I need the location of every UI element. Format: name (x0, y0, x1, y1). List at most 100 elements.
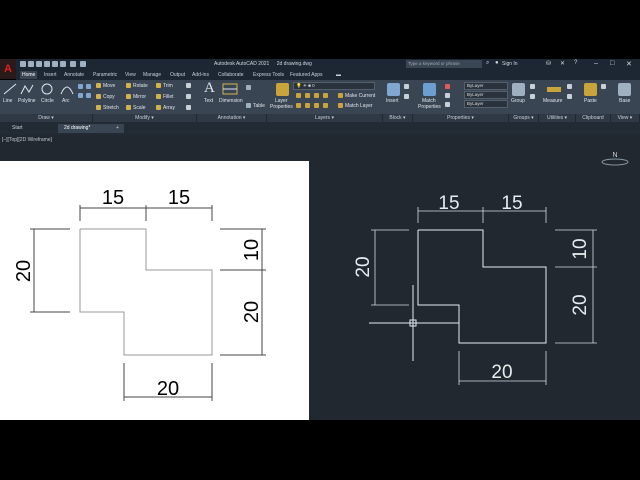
sign-in-button[interactable]: Sign In (502, 61, 518, 67)
layer-thaw-icon[interactable] (314, 103, 319, 108)
group-button[interactable]: Group (511, 98, 525, 104)
insert-block-icon[interactable] (387, 83, 400, 96)
stretch-button[interactable]: Stretch (103, 105, 119, 111)
layer-properties-button[interactable]: Properties (270, 104, 293, 110)
modify-panel-footer[interactable]: Modify ▾ (93, 114, 197, 122)
tab-view[interactable]: View (123, 71, 138, 79)
arc-button[interactable]: Arc (62, 98, 70, 104)
undo-icon[interactable] (70, 61, 76, 67)
measure-icon[interactable] (546, 83, 562, 95)
hatch-icon[interactable] (86, 84, 91, 89)
calculator-icon[interactable] (567, 94, 572, 99)
leader-icon[interactable] (246, 85, 251, 90)
rotate-button[interactable]: Rotate (133, 83, 148, 89)
cart-icon[interactable]: ⛁ (546, 60, 551, 67)
layer-unlock-icon[interactable] (323, 103, 328, 108)
make-current-button[interactable]: Make Current (345, 93, 375, 99)
trim-button[interactable]: Trim (163, 83, 173, 89)
copy-button[interactable]: Copy (103, 94, 115, 100)
quick-select-icon[interactable] (567, 84, 572, 89)
create-block-icon[interactable] (404, 84, 409, 89)
explode-icon[interactable] (186, 94, 191, 99)
insert-button[interactable]: Insert (386, 98, 399, 104)
line-button[interactable]: Line (3, 98, 12, 104)
polyline-button[interactable]: Polyline (18, 98, 36, 104)
tab-add-ins[interactable]: Add-ins (190, 71, 211, 79)
tab-express-tools[interactable]: Express Tools (251, 71, 286, 79)
base-view-icon[interactable] (618, 83, 631, 96)
base-button[interactable]: Base (619, 98, 630, 104)
block-panel-footer[interactable]: Block ▾ (383, 114, 413, 122)
close-icon[interactable]: ✕ (626, 60, 632, 68)
cad-drawing[interactable]: 15 15 20 10 20 20 (309, 161, 640, 420)
offset-icon[interactable] (186, 105, 191, 110)
annotation-panel-footer[interactable]: Annotation ▾ (197, 114, 267, 122)
group-icon[interactable] (512, 83, 525, 96)
start-tab[interactable]: Start (6, 124, 29, 133)
arc-icon[interactable] (60, 83, 74, 95)
save-as-icon[interactable] (44, 61, 50, 67)
fillet-button[interactable]: Fillet (163, 94, 174, 100)
scale-button[interactable]: Scale (133, 105, 146, 111)
minimize-icon[interactable]: – (594, 60, 598, 67)
open-icon[interactable] (28, 61, 34, 67)
help-icon[interactable]: ? (574, 60, 577, 66)
tab-output[interactable]: Output (168, 71, 187, 79)
view-panel-footer[interactable]: View ▾ (611, 114, 640, 122)
rectangle-icon[interactable] (78, 84, 83, 89)
layer-unisolate-icon[interactable] (305, 103, 310, 108)
groups-panel-footer[interactable]: Groups ▾ (509, 114, 539, 122)
draw-panel-footer[interactable]: Draw ▾ (0, 114, 93, 122)
save-icon[interactable] (36, 61, 42, 67)
layer-properties-icon[interactable] (276, 83, 289, 96)
utilities-panel-footer[interactable]: Utilities ▾ (539, 114, 576, 122)
match-properties-icon[interactable] (423, 83, 436, 96)
application-menu-button[interactable]: A (0, 59, 16, 79)
web-mobile-icon[interactable] (52, 61, 58, 67)
viewport-controls[interactable]: [–][Top][2D Wireframe] (2, 137, 52, 143)
match-properties-button[interactable]: Properties (418, 104, 441, 110)
layer-off-icon[interactable] (296, 93, 301, 98)
tab-parametric[interactable]: Parametric (91, 71, 119, 79)
erase-icon[interactable] (186, 83, 191, 88)
plot-icon[interactable] (60, 61, 66, 67)
linetype-dropdown[interactable]: ByLayer (464, 100, 508, 108)
layer-lock-icon[interactable] (323, 93, 328, 98)
new-icon[interactable] (20, 61, 26, 67)
measure-button[interactable]: Measure (543, 98, 562, 104)
tab-featured-apps[interactable]: Featured Apps (288, 71, 325, 79)
text-button[interactable]: Text (204, 98, 213, 104)
redo-icon[interactable] (80, 61, 86, 67)
maximize-icon[interactable]: □ (610, 60, 614, 67)
new-tab-button[interactable]: + (112, 124, 123, 133)
dimension-icon[interactable] (222, 83, 238, 95)
spline-icon[interactable] (86, 93, 91, 98)
ungroup-icon[interactable] (530, 84, 535, 89)
table-button[interactable]: Table (253, 103, 265, 109)
ribbon-toggle-icon[interactable]: ▬ (334, 71, 343, 79)
properties-panel-footer[interactable]: Properties ▾ (413, 114, 509, 122)
move-button[interactable]: Move (103, 83, 115, 89)
color-dropdown[interactable]: ByLayer (464, 82, 508, 90)
circle-button[interactable]: Circle (41, 98, 54, 104)
search-input[interactable]: Type a keyword or phrase (406, 60, 482, 68)
line-icon[interactable] (3, 83, 17, 95)
text-icon[interactable]: A (204, 80, 215, 97)
ellipse-icon[interactable] (78, 93, 83, 98)
circle-icon[interactable] (41, 83, 53, 95)
polyline-icon[interactable] (20, 83, 34, 95)
copy-clip-icon[interactable] (601, 84, 606, 89)
tab-home[interactable]: Home (20, 71, 38, 79)
clipboard-panel-footer[interactable]: Clipboard (576, 114, 611, 122)
search-icon[interactable]: ⌕ (486, 60, 489, 67)
exchange-icon[interactable]: ✕ (560, 60, 565, 67)
paste-icon[interactable] (584, 83, 597, 96)
paste-button[interactable]: Paste (584, 98, 597, 104)
tab-insert[interactable]: Insert (42, 71, 59, 79)
tab-annotate[interactable]: Annotate (62, 71, 86, 79)
lineweight-dropdown[interactable]: ByLayer (464, 91, 508, 99)
array-button[interactable]: Array (163, 105, 175, 111)
mirror-button[interactable]: Mirror (133, 94, 146, 100)
match-layer-button[interactable]: Match Layer (345, 103, 373, 109)
tab-collaborate[interactable]: Collaborate (216, 71, 246, 79)
